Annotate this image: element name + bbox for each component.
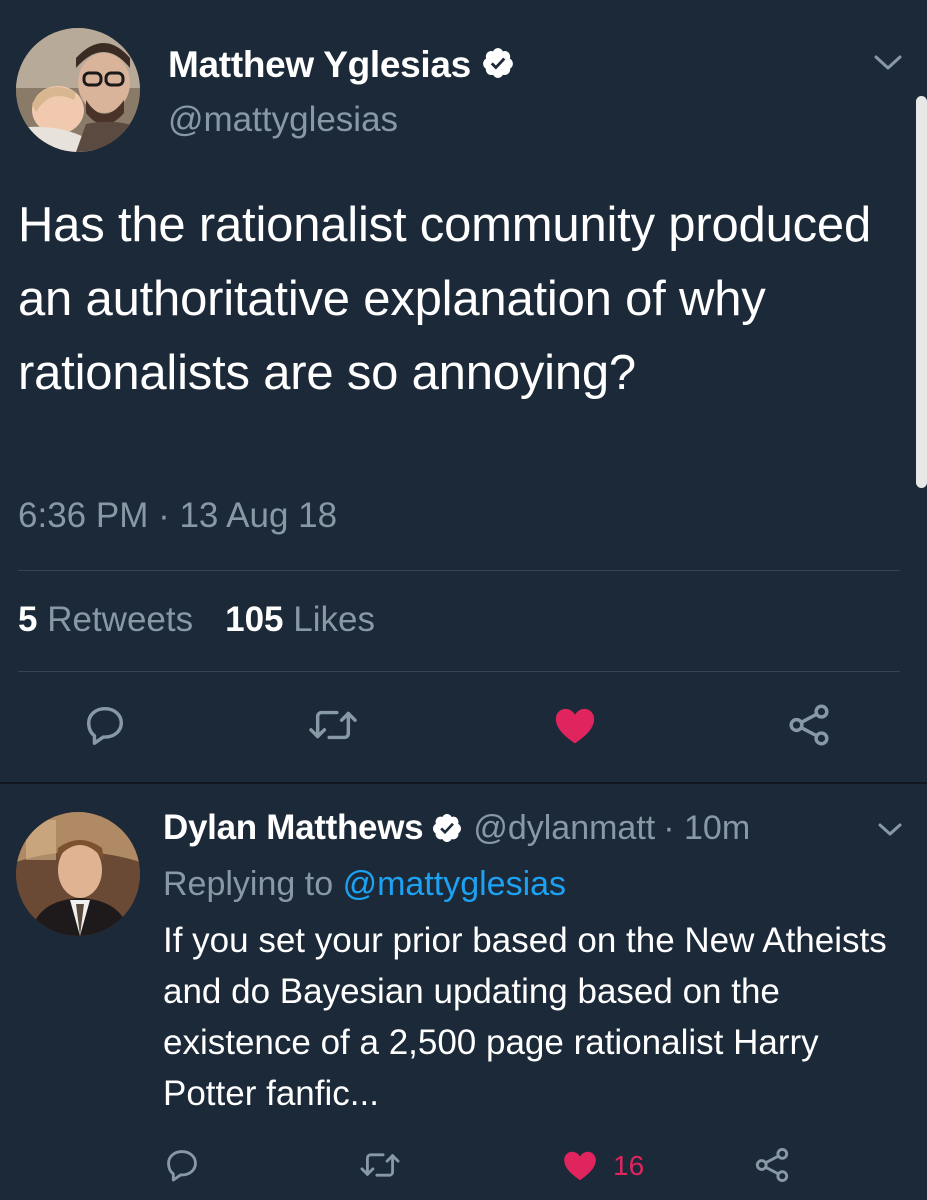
like-icon[interactable] — [552, 702, 598, 753]
author-name-row: Matthew Yglesias — [168, 44, 515, 86]
chevron-down-icon[interactable] — [876, 820, 904, 845]
author-name[interactable]: Matthew Yglesias — [168, 44, 471, 86]
retweet-icon[interactable] — [306, 702, 360, 753]
reply-header: Dylan Matthews @dylanmatt · 10m — [163, 808, 750, 848]
replying-to: Replying to @mattyglesias — [163, 865, 566, 904]
tweet-detail-page: Matthew Yglesias @mattyglesias Has the r… — [0, 0, 927, 1200]
replying-to-mention[interactable]: @mattyglesias — [343, 865, 566, 903]
retweets-count: 5 — [18, 600, 38, 639]
reply-author-handle[interactable]: @dylanmatt — [473, 809, 655, 848]
verified-badge-icon — [481, 46, 515, 85]
reply-author-name[interactable]: Dylan Matthews — [163, 808, 424, 848]
like-icon[interactable] — [560, 1146, 600, 1189]
share-icon[interactable] — [786, 702, 832, 753]
avatar-image — [16, 812, 140, 936]
reply-icon[interactable] — [163, 1146, 201, 1189]
retweets-label: Retweets — [47, 600, 194, 639]
verified-badge-icon — [431, 812, 463, 844]
retweet-icon[interactable] — [358, 1146, 402, 1189]
likes-stat[interactable]: 105 Likes — [225, 600, 375, 640]
section-divider — [0, 782, 927, 784]
tweet-stats: 5 Retweets 105 Likes — [18, 600, 375, 640]
reply-avatar[interactable] — [16, 812, 140, 936]
author-handle[interactable]: @mattyglesias — [168, 100, 398, 140]
reply-like-count: 16 — [613, 1150, 645, 1181]
avatar-image — [16, 28, 140, 152]
retweets-stat[interactable]: 5 Retweets — [18, 600, 193, 640]
likes-label: Likes — [293, 600, 375, 639]
share-icon[interactable] — [753, 1146, 791, 1189]
divider — [18, 671, 900, 672]
likes-count: 105 — [225, 600, 284, 639]
chevron-down-icon[interactable] — [872, 52, 904, 79]
reply-time[interactable]: · 10m — [663, 809, 750, 848]
reply-actions: 16 — [0, 1146, 927, 1186]
tweet-text: Has the rationalist community produced a… — [18, 198, 872, 400]
scrollbar[interactable] — [916, 96, 927, 488]
divider — [18, 570, 900, 571]
reply-text: If you set your prior based on the New A… — [163, 921, 887, 1113]
avatar[interactable] — [16, 28, 140, 152]
tweet-timestamp[interactable]: 6:36 PM · 13 Aug 18 — [18, 496, 337, 536]
reply-icon[interactable] — [82, 702, 128, 753]
tweet-actions — [0, 702, 927, 762]
replying-to-label: Replying to — [163, 865, 334, 903]
